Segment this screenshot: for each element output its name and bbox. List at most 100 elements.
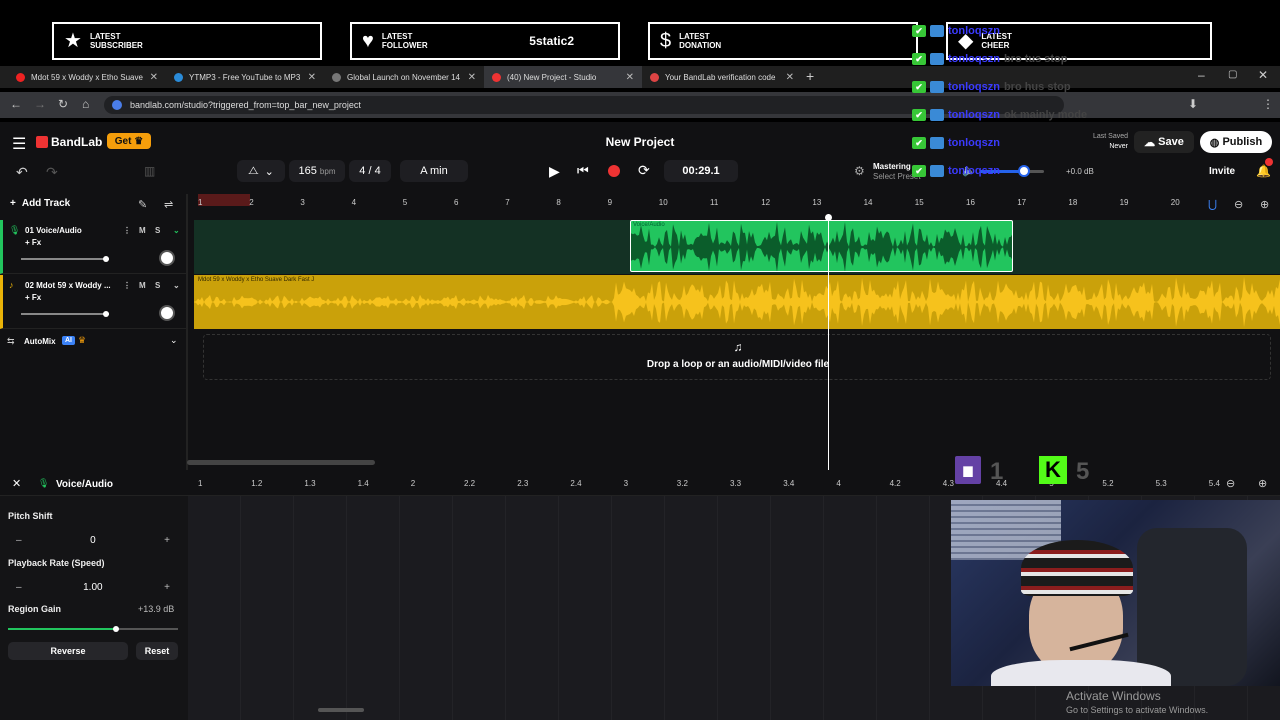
site-info-icon[interactable]	[112, 100, 122, 110]
undo-icon[interactable]: ↶	[16, 164, 28, 181]
track-name[interactable]: 02 Mdot 59 x Woddy ...	[25, 281, 111, 290]
alert-label-line1: LATEST	[89, 32, 121, 41]
track-options-icon[interactable]: ⋮	[123, 281, 131, 290]
region-gain-thumb[interactable]	[113, 626, 119, 632]
pitch-shift-stepper[interactable]: – 0 +	[8, 532, 178, 548]
tab-close-icon[interactable]: ✕	[626, 72, 634, 83]
browser-tab[interactable]: Your BandLab verification code ✕	[642, 66, 802, 88]
pitch-shift-value[interactable]: 0	[90, 535, 96, 546]
reset-button[interactable]: Reset	[136, 642, 178, 660]
track-header-1[interactable]: 🎙 01 Voice/Audio + Fx ⋮ M S ⌄	[0, 220, 186, 274]
track-options-icon[interactable]: ⋮	[123, 226, 131, 235]
ruler-mark: 8	[556, 198, 561, 207]
redo-icon[interactable]: ↷	[46, 164, 58, 181]
close-icon[interactable]: ✕	[12, 477, 21, 490]
pan-knob[interactable]	[159, 305, 175, 321]
automix-label: AutoMix	[24, 337, 56, 346]
tab-close-icon[interactable]: ✕	[150, 72, 158, 83]
piano-icon[interactable]: ▥	[144, 164, 155, 178]
track-volume-thumb[interactable]	[103, 311, 109, 317]
check-badge-icon: ✔	[912, 25, 926, 37]
playhead[interactable]	[828, 214, 829, 470]
back-icon[interactable]: ←	[10, 97, 22, 111]
track-list-divider[interactable]	[186, 194, 188, 470]
pitch-shift-label: Pitch Shift	[8, 511, 53, 521]
new-tab-button[interactable]: +	[806, 68, 814, 84]
editor-scrollbar[interactable]	[318, 708, 364, 712]
drop-zone[interactable]: ♫ Drop a loop or an audio/MIDI/video fil…	[203, 334, 1271, 380]
reload-icon[interactable]: ↻	[58, 97, 68, 111]
metronome-dropdown[interactable]: ⧍ ⌄	[237, 160, 285, 182]
tab-close-icon[interactable]: ✕	[786, 72, 794, 83]
track-volume-slider[interactable]	[21, 258, 109, 260]
plus-icon[interactable]: +	[164, 535, 170, 546]
invite-button[interactable]: Invite	[1209, 166, 1235, 177]
minus-icon[interactable]: –	[16, 582, 22, 593]
add-track-label: Add Track	[21, 198, 71, 209]
time-signature-control[interactable]: 4 / 4	[349, 160, 391, 182]
save-button[interactable]: ☁ Save	[1134, 131, 1194, 153]
audio-file-icon: ♪	[9, 280, 14, 290]
pan-knob[interactable]	[159, 250, 175, 266]
playback-rate-value[interactable]: 1.00	[83, 582, 102, 593]
skip-back-button[interactable]: ⏮	[577, 163, 589, 179]
chevron-down-icon[interactable]: ⌄	[173, 226, 180, 235]
maximize-button[interactable]: ▢	[1228, 69, 1237, 80]
browser-tab[interactable]: Mdot 59 x Woddy x Etho Suave ✕	[8, 66, 166, 88]
check-badge-icon: ✔	[912, 81, 926, 93]
close-window-button[interactable]: ✕	[1258, 68, 1268, 82]
master-volume-thumb[interactable]	[1018, 165, 1030, 177]
tab-close-icon[interactable]: ✕	[468, 72, 476, 83]
minimize-button[interactable]: –	[1198, 68, 1205, 82]
plus-icon[interactable]: +	[164, 582, 170, 593]
mute-button[interactable]: M	[139, 281, 146, 290]
region-voice-audio[interactable]: Voice/Audio	[630, 220, 1013, 272]
track-settings-icon[interactable]: ⇌	[164, 198, 173, 211]
key-control[interactable]: A min	[400, 160, 468, 182]
editor-zoom-in-icon[interactable]: ⊕	[1258, 477, 1267, 490]
region-gain-slider[interactable]	[8, 626, 178, 632]
play-button[interactable]: ▶	[549, 163, 560, 180]
record-button[interactable]	[608, 165, 620, 177]
browser-tab[interactable]: YTMP3 - Free YouTube to MP3 ✕	[166, 66, 324, 88]
zoom-in-icon[interactable]: ⊕	[1260, 198, 1269, 211]
playback-rate-stepper[interactable]: – 1.00 +	[8, 579, 178, 595]
horizontal-scrollbar[interactable]	[187, 460, 375, 465]
timeline-ruler[interactable]: 1 2 3 4 5 6 7 8 9 10 11 12 13 14 15 16 17 18 19 20	[194, 194, 1280, 214]
minus-icon[interactable]: –	[16, 535, 22, 546]
browser-tab[interactable]: (40) New Project - Studio ✕	[484, 66, 642, 88]
extensions-icon[interactable]: ⬇	[1188, 97, 1198, 111]
add-fx-button[interactable]: + Fx	[25, 293, 41, 302]
publish-button[interactable]: ◍ Publish	[1200, 131, 1272, 153]
track-volume-slider[interactable]	[21, 313, 109, 315]
track-volume-thumb[interactable]	[103, 256, 109, 262]
tab-favicon-icon	[650, 72, 659, 82]
zoom-out-icon[interactable]: ⊖	[1234, 198, 1243, 211]
forward-icon[interactable]: →	[34, 97, 46, 111]
brush-icon[interactable]: ✎	[138, 198, 147, 211]
menu-icon[interactable]: ⋮	[1262, 97, 1274, 111]
browser-tab[interactable]: Global Launch on November 14 ✕	[324, 66, 484, 88]
tab-close-icon[interactable]: ✕	[308, 72, 316, 83]
playhead-handle[interactable]	[825, 214, 832, 221]
editor-zoom-out-icon[interactable]: ⊖	[1226, 477, 1235, 490]
loop-button[interactable]: ⟳	[638, 162, 650, 179]
home-icon[interactable]: ⌂	[82, 97, 89, 111]
mixer-icon[interactable]: ⚙	[854, 164, 865, 178]
region-label-voice: Voice/Audio	[633, 222, 665, 228]
add-track-button[interactable]: + Add Track	[10, 198, 70, 209]
add-fx-button[interactable]: + Fx	[25, 238, 41, 247]
solo-button[interactable]: S	[155, 226, 160, 235]
bell-icon[interactable]: 🔔	[1256, 164, 1271, 178]
chevron-down-icon[interactable]: ⌄	[173, 281, 180, 290]
track-name[interactable]: 01 Voice/Audio	[25, 226, 82, 235]
chevron-down-icon[interactable]: ⌄	[170, 335, 178, 346]
solo-button[interactable]: S	[155, 281, 160, 290]
mute-button[interactable]: M	[139, 226, 146, 235]
loop-region-marker[interactable]	[198, 194, 250, 206]
reverse-button[interactable]: Reverse	[8, 642, 128, 660]
track-header-2[interactable]: ♪ 02 Mdot 59 x Woddy ... + Fx ⋮ M S ⌄	[0, 275, 186, 329]
automix-row[interactable]: ⇆ AutoMix AI ♛ ⌄	[0, 332, 186, 354]
snap-icon[interactable]: ⋃	[1208, 198, 1217, 211]
bpm-control[interactable]: 165 bpm	[289, 160, 345, 182]
